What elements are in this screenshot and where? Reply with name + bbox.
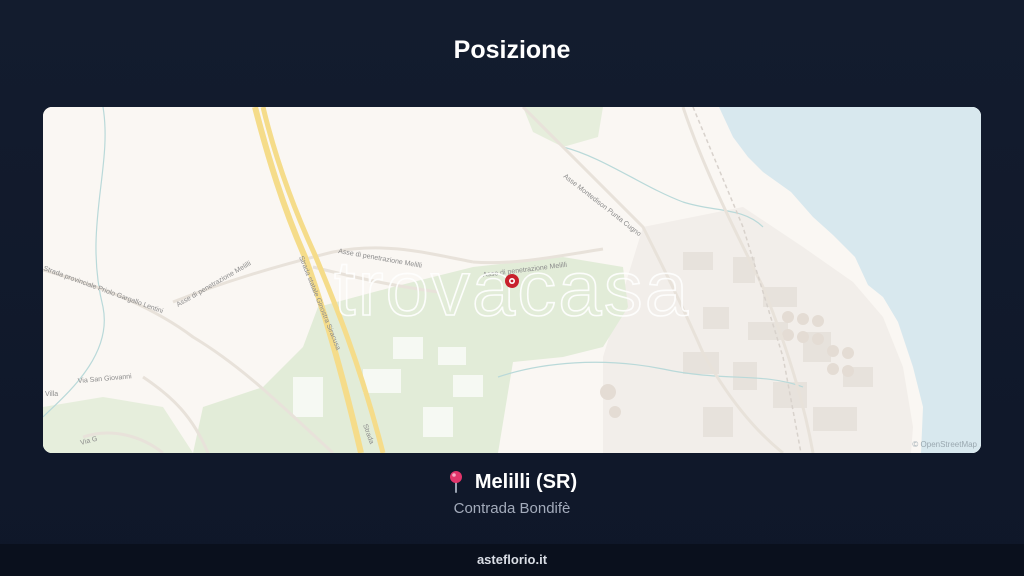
location-marker[interactable] [505,274,519,288]
location-map[interactable]: Strada statale Ginostra Siracusa Asse di… [43,107,981,453]
footer-site[interactable]: asteflorio.it [0,544,1024,576]
location-address: Contrada Bondifè [453,500,571,517]
map-attribution[interactable]: © OpenStreetMap [912,440,977,449]
road-label: Villa [45,391,58,398]
pin-icon [447,470,465,494]
page-title: Posizione [453,36,571,64]
location-heading: Melilli (SR) [0,470,1024,494]
location-name: Melilli (SR) [474,470,578,493]
